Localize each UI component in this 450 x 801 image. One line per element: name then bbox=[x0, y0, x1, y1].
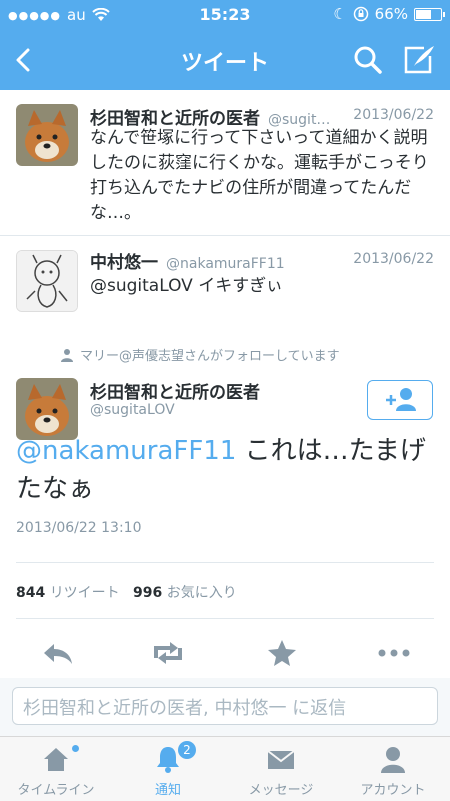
moon-icon: ☾ bbox=[333, 5, 347, 23]
followed-by-text: マリー@声優志望さんがフォローしています bbox=[80, 349, 340, 364]
status-bar: ●●●●● au 15:23 ☾ 66% bbox=[0, 0, 450, 30]
retweet-count[interactable]: 844 bbox=[16, 585, 45, 601]
favorite-button[interactable] bbox=[262, 638, 302, 668]
reply-button[interactable] bbox=[38, 638, 78, 668]
reply-bar: 杉田智和と近所の医者, 中村悠一 に返信 bbox=[0, 678, 450, 736]
compose-button[interactable] bbox=[400, 42, 438, 78]
search-icon bbox=[354, 46, 382, 74]
unread-dot bbox=[72, 745, 79, 752]
battery-icon bbox=[414, 7, 445, 21]
more-button[interactable] bbox=[374, 638, 414, 668]
tweet-text: なんで笹塚に行って下さいって道細かく説明したのに荻窪に行くかな。運転手がこっそり… bbox=[90, 128, 429, 223]
home-icon bbox=[44, 748, 68, 771]
tweet-row[interactable]: 中村悠一 @nakamuraFF11 2013/06/22 @sugitaLOV … bbox=[0, 236, 450, 331]
battery-level bbox=[416, 9, 432, 19]
retweet-button[interactable] bbox=[148, 638, 188, 668]
tweet-row[interactable]: 杉田智和と近所の医者 @sugit… 2013/06/22 なんで笹塚に行って下さ… bbox=[0, 90, 450, 236]
tab-label: メッセージ bbox=[248, 783, 314, 798]
account-icon bbox=[381, 747, 405, 773]
envelope-icon bbox=[267, 750, 295, 769]
tweet-stats: 844 リツイート 996 お気に入り bbox=[16, 582, 237, 602]
avatar[interactable] bbox=[16, 104, 78, 166]
dog-avatar-image bbox=[16, 378, 78, 440]
favorite-label: お気に入り bbox=[166, 585, 237, 601]
author-name: 中村悠一 bbox=[90, 253, 158, 273]
tab-bar: タイムライン 2 通知 メッセージ アカウント bbox=[0, 736, 450, 801]
main-author-handle: @sugitaLOV bbox=[90, 402, 175, 418]
tweet-timestamp: 2013/06/22 13:10 bbox=[16, 520, 142, 536]
mention-link[interactable]: @nakamuraFF11 bbox=[16, 436, 236, 466]
dog-avatar-image bbox=[16, 104, 78, 166]
person-icon bbox=[61, 348, 73, 362]
tab-timeline[interactable]: タイムライン bbox=[0, 737, 112, 801]
tab-label: タイムライン bbox=[17, 783, 95, 798]
tweet-text: @sugitaLOV イキすぎぃ bbox=[90, 276, 283, 296]
battery-percent: 66% bbox=[374, 5, 408, 23]
main-tweet-text: @nakamuraFF11 これは…たまげたなぁ bbox=[16, 432, 440, 508]
sketch-avatar-image bbox=[17, 251, 77, 311]
tweet-author[interactable]: 中村悠一 @nakamuraFF11 bbox=[90, 248, 285, 273]
tab-label: 通知 bbox=[154, 783, 181, 798]
follow-button[interactable] bbox=[367, 380, 433, 420]
nav-bar: ツイート bbox=[0, 30, 450, 90]
retweet-icon bbox=[154, 642, 182, 664]
retweet-label: リツイート bbox=[49, 585, 120, 601]
reply-icon bbox=[44, 644, 72, 664]
favorite-count[interactable]: 996 bbox=[133, 585, 162, 601]
tweet-date: 2013/06/22 bbox=[353, 107, 434, 123]
rotation-lock-icon bbox=[353, 6, 368, 22]
more-icon bbox=[378, 649, 410, 657]
main-author-name[interactable]: 杉田智和と近所の医者 bbox=[90, 378, 260, 403]
tweet-date: 2013/06/22 bbox=[353, 251, 434, 267]
author-handle: @nakamuraFF11 bbox=[166, 256, 285, 272]
social-context: マリー@声優志望さんがフォローしています bbox=[60, 345, 340, 364]
add-user-icon bbox=[386, 388, 416, 411]
avatar[interactable] bbox=[16, 250, 78, 312]
tab-messages[interactable]: メッセージ bbox=[225, 737, 337, 801]
divider bbox=[16, 562, 434, 563]
notification-badge: 2 bbox=[178, 741, 196, 759]
tab-account[interactable]: アカウント bbox=[337, 737, 449, 801]
star-icon bbox=[268, 640, 296, 666]
divider bbox=[16, 618, 434, 619]
tab-label: アカウント bbox=[360, 783, 426, 798]
search-button[interactable] bbox=[350, 42, 386, 78]
tab-notifications[interactable]: 2 通知 bbox=[112, 737, 224, 801]
action-bar bbox=[0, 628, 450, 679]
avatar[interactable] bbox=[16, 378, 78, 440]
compose-icon bbox=[404, 46, 434, 74]
reply-input[interactable]: 杉田智和と近所の医者, 中村悠一 に返信 bbox=[12, 687, 438, 725]
